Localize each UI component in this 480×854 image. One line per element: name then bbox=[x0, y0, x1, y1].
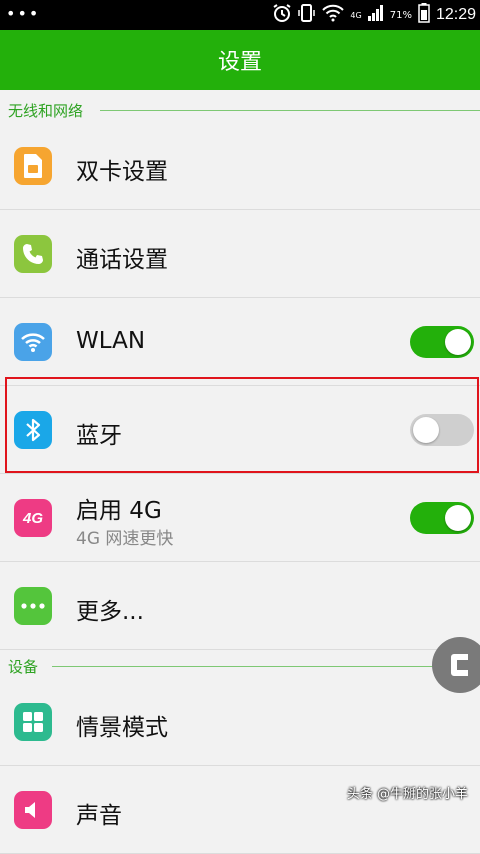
alarm-icon bbox=[272, 3, 292, 27]
dual-sim-settings-item[interactable]: 双卡设置 bbox=[0, 122, 480, 210]
status-icons: 4G 71% 12:29 bbox=[272, 3, 476, 27]
signal-icon bbox=[367, 5, 384, 25]
battery-percent: 71% bbox=[389, 9, 412, 21]
vibrate-icon bbox=[298, 3, 316, 27]
assist-c-icon bbox=[451, 654, 468, 676]
section-divider bbox=[100, 110, 480, 111]
clock: 12:29 bbox=[435, 6, 476, 23]
highlight-box bbox=[5, 377, 479, 473]
wlan-toggle[interactable] bbox=[410, 326, 474, 358]
item-label: 声音 bbox=[76, 803, 122, 829]
more-item[interactable]: 更多... bbox=[0, 562, 480, 650]
item-label: 双卡设置 bbox=[76, 159, 168, 185]
sound-icon bbox=[14, 791, 52, 829]
item-label: 启用 4G bbox=[76, 498, 162, 524]
status-bar: ••• 4G 71% 12:29 bbox=[0, 0, 480, 30]
4g-icon: 4G bbox=[14, 499, 52, 537]
toggle-knob bbox=[445, 505, 471, 531]
toggle-knob bbox=[445, 329, 471, 355]
item-label: 情景模式 bbox=[76, 715, 168, 741]
network-type-label: 4G bbox=[350, 10, 362, 20]
call-settings-item[interactable]: 通话设置 bbox=[0, 210, 480, 298]
section-divider bbox=[52, 666, 480, 667]
item-sublabel: 4G 网速更快 bbox=[76, 529, 174, 549]
battery-icon bbox=[418, 3, 430, 27]
wifi-status-icon bbox=[322, 4, 345, 26]
enable-4g-item[interactable]: 4G 启用 4G 4G 网速更快 bbox=[0, 474, 480, 562]
enable-4g-toggle[interactable] bbox=[410, 502, 474, 534]
sound-item[interactable]: 声音 bbox=[0, 766, 480, 854]
scene-mode-item[interactable]: 情景模式 bbox=[0, 678, 480, 766]
app-bar: 设置 bbox=[0, 30, 480, 90]
section-title: 设备 bbox=[8, 658, 39, 676]
watermark: 头条 @牛掰的张小羊 bbox=[346, 787, 468, 802]
wlan-item[interactable]: WLAN bbox=[0, 298, 480, 386]
item-label: WLAN bbox=[76, 328, 146, 354]
4g-icon-text: 4G bbox=[22, 509, 43, 527]
section-title: 无线和网络 bbox=[8, 102, 84, 120]
wifi-icon bbox=[14, 323, 52, 361]
item-label: 通话设置 bbox=[76, 247, 168, 273]
more-icon bbox=[14, 587, 52, 625]
page-title: 设置 bbox=[217, 50, 262, 75]
phone-icon bbox=[14, 235, 52, 273]
floating-assist-button[interactable] bbox=[432, 637, 480, 693]
scene-mode-icon bbox=[14, 703, 52, 741]
notification-dots: ••• bbox=[6, 4, 41, 23]
sim-card-icon bbox=[14, 147, 52, 185]
item-label: 更多... bbox=[76, 599, 144, 625]
